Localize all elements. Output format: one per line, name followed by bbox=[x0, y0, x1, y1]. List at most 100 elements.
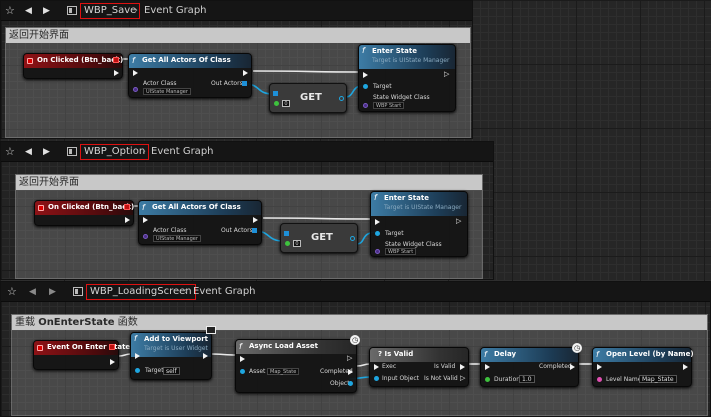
get-all-actors-node[interactable]: f Get All Actors Of Class Actor Class UIS… bbox=[138, 200, 262, 245]
exec-input-pin[interactable] bbox=[375, 219, 380, 225]
add-to-viewport-node[interactable]: f Add to Viewport Target is User Widget Ta… bbox=[130, 332, 212, 380]
target-pin[interactable] bbox=[375, 231, 380, 236]
exec-output-pin[interactable]: ▷ bbox=[444, 71, 449, 78]
exec-input-pin[interactable] bbox=[363, 72, 368, 78]
exec-output-pin[interactable] bbox=[110, 359, 115, 365]
is-not-valid-label: Is Not Valid bbox=[424, 375, 458, 382]
level-name-pin[interactable] bbox=[597, 377, 602, 382]
monitor-icon bbox=[206, 326, 216, 334]
node-header: On Clicked (Btn_back) bbox=[35, 201, 135, 215]
is-valid-exec-pin[interactable] bbox=[460, 364, 465, 370]
exec-input-pin[interactable] bbox=[485, 364, 490, 370]
input-object-label: Input Object bbox=[382, 375, 419, 382]
get-output-pin[interactable] bbox=[339, 96, 344, 101]
index-input-pin[interactable] bbox=[285, 241, 290, 246]
exec-output-pin[interactable]: ▷ bbox=[347, 355, 352, 362]
out-actors-array-pin[interactable] bbox=[252, 228, 257, 233]
is-valid-node[interactable]: ? Is Valid Exec Is Valid Input Object Is… bbox=[369, 347, 469, 387]
exec-input-pin[interactable] bbox=[135, 353, 140, 359]
object-label: Object bbox=[330, 380, 350, 387]
get-all-actors-node[interactable]: f Get All Actors Of Class Actor Class UIS… bbox=[128, 53, 252, 98]
out-actors-label: Out Actors bbox=[221, 227, 253, 234]
node-title: Async Load Asset bbox=[249, 342, 319, 350]
node-subtitle: Target is User Widget bbox=[144, 345, 208, 352]
asset-dropdown[interactable]: Map_State bbox=[267, 368, 300, 375]
completed-exec-pin[interactable] bbox=[348, 369, 353, 375]
node-title: On Clicked (Btn_back) bbox=[48, 203, 135, 211]
delay-node[interactable]: f Delay ◷ Completed Duration 1.0 bbox=[480, 343, 582, 387]
on-clicked-event-node[interactable]: On Clicked (Btn_back) bbox=[23, 53, 123, 79]
target-pin[interactable] bbox=[135, 368, 140, 373]
index-field[interactable]: 0 bbox=[282, 100, 290, 107]
widget-class-dropdown[interactable]: WBP Start bbox=[385, 248, 417, 255]
actor-class-dropdown[interactable]: UIState Manager bbox=[143, 88, 191, 95]
get-array-node[interactable]: 0 GET bbox=[269, 83, 347, 113]
level-name-label: Level Name bbox=[606, 376, 642, 383]
event-on-enter-state-node[interactable]: Event On Enter State bbox=[33, 340, 130, 370]
target-label: Target bbox=[385, 230, 404, 237]
exec-input-pin[interactable] bbox=[143, 217, 148, 223]
get-output-pin[interactable] bbox=[350, 236, 355, 241]
delegate-pin-icon[interactable] bbox=[113, 57, 119, 63]
is-valid-label: Is Valid bbox=[434, 363, 456, 370]
graph-panel-wbp-save[interactable]: ☆ ◀ ▶ WBP_Save › Event Graph 返回开始界面 On C… bbox=[0, 0, 473, 139]
get-label: GET bbox=[300, 92, 322, 103]
exec-input-pin[interactable] bbox=[133, 70, 138, 76]
exec-input-pin[interactable] bbox=[597, 364, 602, 370]
duration-field[interactable]: 1.0 bbox=[519, 375, 535, 383]
get-array-node[interactable]: 0 GET bbox=[280, 223, 358, 253]
target-pin[interactable] bbox=[363, 84, 368, 89]
exec-output-pin[interactable] bbox=[203, 353, 208, 359]
latent-clock-icon: ◷ bbox=[350, 335, 360, 345]
event-icon bbox=[27, 58, 33, 64]
node-title: Get All Actors Of Class bbox=[152, 203, 241, 211]
actor-class-label: Actor Class bbox=[153, 227, 187, 234]
open-level-node[interactable]: f Open Level (by Name) Level Name Map_Sta… bbox=[592, 347, 694, 387]
actor-class-dropdown[interactable]: UIState Manager bbox=[153, 235, 201, 242]
function-icon: f bbox=[362, 46, 365, 55]
exec-output-pin[interactable] bbox=[114, 70, 119, 76]
graph-panel-wbp-loadingscreen[interactable]: ☆ ◀ ▶ WBP_LoadingScreen › Event Graph 重载… bbox=[0, 281, 711, 417]
target-self-field[interactable]: self bbox=[163, 367, 180, 375]
widget-class-dropdown[interactable]: WBP Start bbox=[373, 102, 405, 109]
get-label: GET bbox=[311, 232, 333, 243]
index-input-pin[interactable] bbox=[274, 101, 279, 106]
on-clicked-event-node[interactable]: On Clicked (Btn_back) bbox=[34, 200, 134, 226]
widget-class-label: State Widget Class bbox=[373, 94, 430, 101]
exec-output-pin[interactable] bbox=[125, 217, 130, 223]
exec-output-pin[interactable] bbox=[243, 70, 248, 76]
array-input-pin[interactable] bbox=[273, 91, 278, 96]
delay-completed-label: Completed bbox=[539, 363, 572, 370]
widget-class-pin[interactable] bbox=[375, 249, 380, 254]
array-input-pin[interactable] bbox=[284, 231, 289, 236]
node-header: f Get All Actors Of Class bbox=[139, 201, 261, 215]
enter-state-node[interactable]: f Enter State Target is UIState Manager ▷ … bbox=[358, 44, 456, 112]
exec-input-pin[interactable] bbox=[374, 364, 379, 370]
function-icon: f bbox=[142, 203, 145, 212]
exec-output-pin[interactable] bbox=[683, 364, 688, 370]
node-title: Add to Viewport bbox=[144, 335, 208, 343]
actor-class-label: Actor Class bbox=[143, 80, 177, 87]
node-title: On Clicked (Btn_back) bbox=[37, 56, 124, 64]
exec-output-pin[interactable] bbox=[253, 217, 258, 223]
actor-class-pin[interactable] bbox=[133, 87, 138, 92]
delegate-pin-icon[interactable] bbox=[109, 344, 115, 350]
completed-exec-pin[interactable] bbox=[570, 364, 575, 370]
async-load-asset-node[interactable]: f Async Load Asset ◷ ▷ Asset Map_State Com… bbox=[235, 335, 360, 393]
input-object-pin[interactable] bbox=[374, 376, 379, 381]
is-not-valid-exec-pin[interactable]: ▷ bbox=[460, 375, 465, 382]
level-name-field[interactable]: Map_State bbox=[639, 375, 677, 383]
graph-panel-wbp-option[interactable]: ☆ ◀ ▶ WBP_Option › Event Graph 返回开始界面 On… bbox=[0, 141, 494, 280]
enter-state-node[interactable]: f Enter State Target is UIState Manager ▷ … bbox=[370, 191, 468, 257]
out-actors-array-pin[interactable] bbox=[242, 81, 247, 86]
actor-class-pin[interactable] bbox=[143, 234, 148, 239]
duration-pin[interactable] bbox=[485, 377, 490, 382]
object-output-pin[interactable] bbox=[348, 381, 353, 386]
index-field[interactable]: 0 bbox=[293, 240, 301, 247]
widget-class-pin[interactable] bbox=[363, 103, 368, 108]
delegate-pin-icon[interactable] bbox=[124, 204, 130, 210]
node-header: f Enter State Target is UIState Manager bbox=[359, 45, 455, 69]
exec-output-pin[interactable]: ▷ bbox=[456, 218, 461, 225]
asset-pin[interactable] bbox=[240, 369, 245, 374]
exec-input-pin[interactable] bbox=[240, 356, 245, 362]
